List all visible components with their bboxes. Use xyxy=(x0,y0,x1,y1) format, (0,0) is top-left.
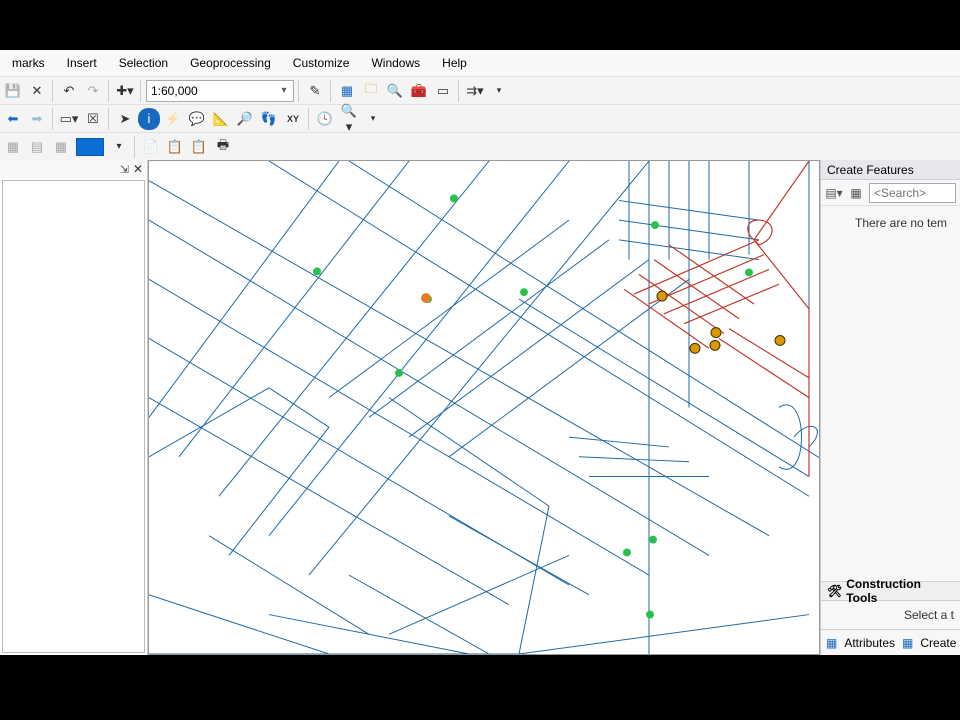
separator xyxy=(108,108,110,130)
editor-toolbar-button[interactable]: ✎ xyxy=(304,80,326,102)
toc-header: ⇲ ✕ xyxy=(0,160,147,178)
scale-combo[interactable]: ▾ xyxy=(146,80,294,102)
hyperlink-button[interactable]: ⚡ xyxy=(162,108,184,130)
menu-bookmarks[interactable]: marks xyxy=(2,52,55,74)
measure-button[interactable]: 📐 xyxy=(210,108,232,130)
tools-toolbar: ⬅ ➡ ▭▾ ☒ ➤ i ⚡ 💬 📐 🔎 👣 XY 🕓 🔍▾ ▾ xyxy=(0,104,960,132)
table-of-contents-button[interactable]: ▦ xyxy=(336,80,358,102)
toolbar-options-button-2[interactable]: ▾ xyxy=(362,108,384,130)
model-builder-button[interactable]: ⇉▾ xyxy=(464,80,486,102)
data-view-button[interactable]: ▤ xyxy=(26,136,48,158)
arc-toolbox-button[interactable]: 🧰 xyxy=(408,80,430,102)
save-button[interactable]: 💾 xyxy=(2,80,24,102)
menu-geoprocessing[interactable]: Geoprocessing xyxy=(180,52,281,74)
search-window-button[interactable]: 🔍 xyxy=(384,80,406,102)
redo-button[interactable]: ↷ xyxy=(82,80,104,102)
content-row: ⇲ ✕ Create Features ▤▾ ▦ There are no te… xyxy=(0,160,960,655)
create-features-search-row: ▤▾ ▦ xyxy=(821,180,960,206)
export-button[interactable]: 🖶 xyxy=(212,136,234,158)
no-templates-text: There are no tem xyxy=(855,216,956,230)
separator xyxy=(108,80,110,102)
map-view[interactable] xyxy=(148,160,820,655)
copy-button[interactable]: 📄 xyxy=(140,136,162,158)
layout-button[interactable]: ▦ xyxy=(2,136,24,158)
attributes-icon[interactable]: ▦ xyxy=(825,634,838,652)
map-canvas[interactable] xyxy=(149,161,819,654)
search-input[interactable] xyxy=(869,183,956,203)
editor-toolbar: ▦ ▤ ▦ ▾ 📄 📋 📋 🖶 xyxy=(0,132,960,160)
create-features-footer: ▦ Attributes ▦ Create xyxy=(821,629,960,655)
catalog-button[interactable]: 🗀 xyxy=(360,80,382,102)
menu-help[interactable]: Help xyxy=(432,52,477,74)
menu-selection[interactable]: Selection xyxy=(109,52,178,74)
toc-body[interactable] xyxy=(2,180,145,653)
add-data-button[interactable]: ✚▾ xyxy=(114,80,136,102)
toolbar-options-button[interactable]: ▾ xyxy=(488,80,510,102)
menu-insert[interactable]: Insert xyxy=(57,52,107,74)
back-button[interactable]: ⬅ xyxy=(2,108,24,130)
standard-toolbar: 💾 ✕ ↶ ↷ ✚▾ ▾ ✎ ▦ 🗀 🔍 🧰 ▭ ⇉▾ ▾ xyxy=(0,76,960,104)
paste-button[interactable]: 📋 xyxy=(164,136,186,158)
construction-tools-hint: Select a t xyxy=(904,608,954,622)
undo-button[interactable]: ↶ xyxy=(58,80,80,102)
create-features-body: There are no tem xyxy=(821,206,960,581)
attributes-button[interactable]: Attributes xyxy=(844,636,895,650)
construction-tools-icon: 🛠 xyxy=(827,584,842,598)
app-window: marks Insert Selection Geoprocessing Cus… xyxy=(0,50,960,655)
identify-button[interactable]: i xyxy=(138,108,160,130)
filter-icon[interactable]: ▤▾ xyxy=(825,184,843,202)
pointer-button[interactable]: ➤ xyxy=(114,108,136,130)
separator xyxy=(458,80,460,102)
chevron-down-icon[interactable]: ▾ xyxy=(275,81,293,101)
delete-button[interactable]: ✕ xyxy=(26,80,48,102)
grid-button[interactable]: ▦ xyxy=(50,136,72,158)
dropdown-button[interactable]: ▾ xyxy=(108,136,130,158)
create-features-panel: Create Features ▤▾ ▦ There are no tem 🛠 … xyxy=(820,160,960,655)
python-window-button[interactable]: ▭ xyxy=(432,80,454,102)
menu-windows[interactable]: Windows xyxy=(361,52,430,74)
separator xyxy=(52,80,54,102)
create-features-title: Create Features xyxy=(821,160,960,180)
report-button[interactable]: 📋 xyxy=(188,136,210,158)
menu-customize[interactable]: Customize xyxy=(283,52,360,74)
find-button[interactable]: 🔎 xyxy=(234,108,256,130)
time-slider-button[interactable]: 🕓 xyxy=(314,108,336,130)
create-icon[interactable]: ▦ xyxy=(901,634,914,652)
separator xyxy=(330,80,332,102)
separator xyxy=(52,108,54,130)
viewer-window-button[interactable]: 🔍▾ xyxy=(338,108,360,130)
go-to-xy-button[interactable]: XY xyxy=(282,108,304,130)
find-route-button[interactable]: 👣 xyxy=(258,108,280,130)
clear-selection-button[interactable]: ☒ xyxy=(82,108,104,130)
html-popup-button[interactable]: 💬 xyxy=(186,108,208,130)
construction-tools-title: 🛠 Construction Tools xyxy=(821,581,960,601)
select-features-button[interactable]: ▭▾ xyxy=(58,108,80,130)
scale-input[interactable] xyxy=(147,81,275,101)
group-icon[interactable]: ▦ xyxy=(847,184,865,202)
toc-panel: ⇲ ✕ xyxy=(0,160,148,655)
construction-tools-body: Select a t xyxy=(821,601,960,629)
pin-icon[interactable]: ⇲ xyxy=(120,163,129,176)
menu-bar: marks Insert Selection Geoprocessing Cus… xyxy=(0,50,960,76)
close-icon[interactable]: ✕ xyxy=(133,162,143,176)
separator xyxy=(140,80,142,102)
create-button[interactable]: Create xyxy=(920,636,956,650)
separator xyxy=(298,80,300,102)
separator xyxy=(308,108,310,130)
active-tool-chip[interactable] xyxy=(76,138,104,156)
forward-button[interactable]: ➡ xyxy=(26,108,48,130)
separator xyxy=(134,136,136,158)
